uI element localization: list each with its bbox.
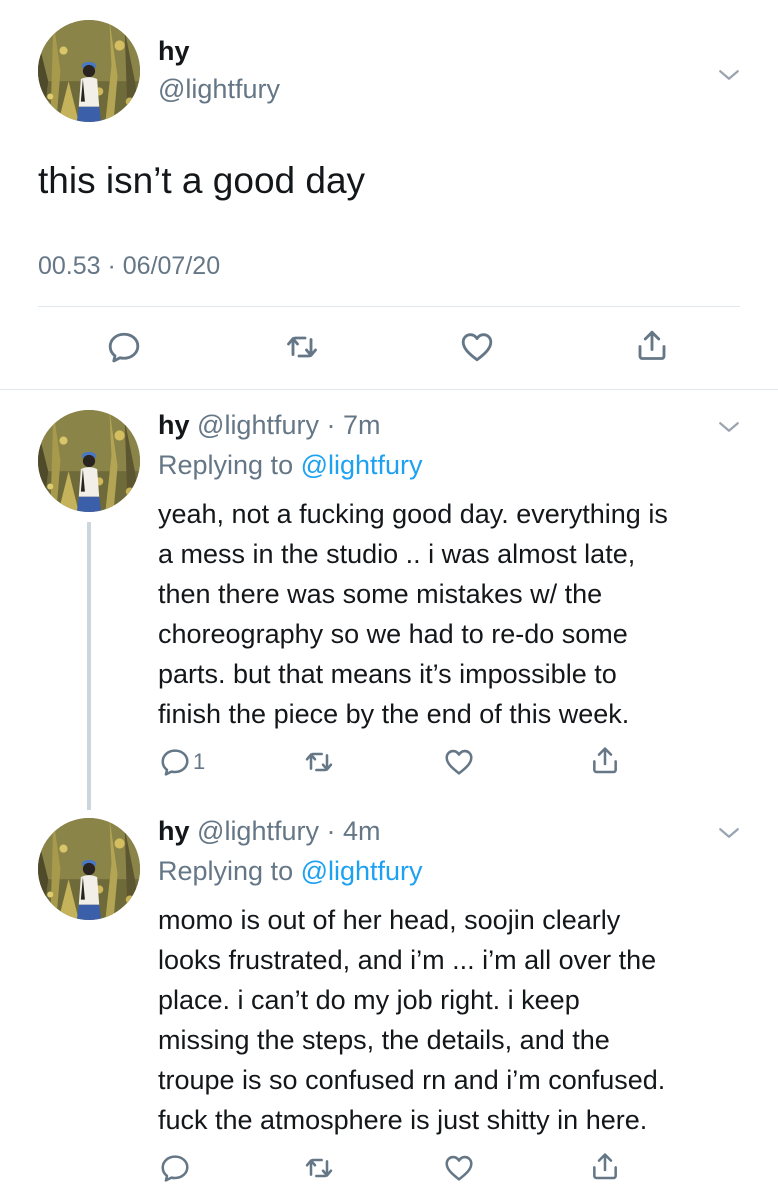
timestamp: 00.53 · 06/07/20 — [38, 252, 221, 280]
tweet-text: yeah, not a fucking good day. everything… — [158, 499, 668, 729]
like-button[interactable] — [459, 329, 495, 365]
chevron-down-icon[interactable] — [714, 818, 744, 848]
reply-button[interactable] — [106, 329, 142, 365]
separator: · — [318, 410, 343, 440]
handle[interactable]: @lightfury — [158, 74, 280, 105]
handle[interactable]: @lightfury — [197, 410, 319, 440]
replying-to-handle[interactable]: @lightfury — [301, 856, 423, 886]
avatar[interactable] — [38, 20, 140, 122]
replying-to: Replying to @lightfury — [158, 856, 423, 887]
tweet-age: 7m — [342, 410, 381, 440]
display-name[interactable]: hy — [158, 816, 190, 846]
replying-to-handle[interactable]: @lightfury — [301, 450, 423, 480]
retweet-button[interactable] — [284, 329, 320, 365]
replying-to-label: Replying to — [158, 450, 301, 480]
tweet-header: hy @lightfury · 4m — [158, 816, 381, 847]
tweet-text: momo is out of her head, soojin clearly … — [158, 905, 666, 1135]
replying-to: Replying to @lightfury — [158, 450, 423, 481]
divider — [38, 306, 740, 307]
reply-count: 1 — [193, 749, 206, 774]
retweet-icon — [303, 746, 335, 778]
retweet-button[interactable] — [303, 746, 335, 778]
avatar[interactable] — [38, 410, 140, 512]
share-button[interactable] — [634, 327, 670, 363]
separator: · — [318, 816, 343, 846]
reply-icon — [106, 329, 142, 365]
tweet-header: hy @lightfury · 7m — [158, 410, 381, 441]
heart-icon — [459, 329, 495, 365]
handle[interactable]: @lightfury — [197, 816, 319, 846]
heart-icon — [443, 1152, 475, 1184]
tweet-text: this isn’t a good day — [38, 160, 366, 201]
share-icon — [589, 744, 621, 776]
replying-to-label: Replying to — [158, 856, 301, 886]
chevron-down-icon[interactable] — [714, 60, 744, 90]
reply-icon — [159, 746, 191, 778]
reply-button[interactable] — [159, 1152, 193, 1184]
tweet-age: 4m — [342, 816, 381, 846]
share-icon — [634, 327, 670, 363]
heart-icon — [443, 746, 475, 778]
thread-line — [87, 522, 91, 810]
retweet-button[interactable] — [303, 1152, 335, 1184]
divider — [0, 389, 778, 390]
chevron-down-icon[interactable] — [714, 412, 744, 442]
like-button[interactable] — [443, 746, 475, 778]
display-name[interactable]: hy — [158, 410, 190, 440]
like-button[interactable] — [443, 1152, 475, 1184]
display-name[interactable]: hy — [158, 36, 190, 67]
reply-icon — [159, 1152, 191, 1184]
share-button[interactable] — [589, 744, 621, 776]
reply-button[interactable]: 1 — [159, 746, 205, 778]
retweet-icon — [284, 329, 320, 365]
retweet-icon — [303, 1152, 335, 1184]
avatar[interactable] — [38, 818, 140, 920]
share-button[interactable] — [589, 1150, 621, 1182]
share-icon — [589, 1150, 621, 1182]
